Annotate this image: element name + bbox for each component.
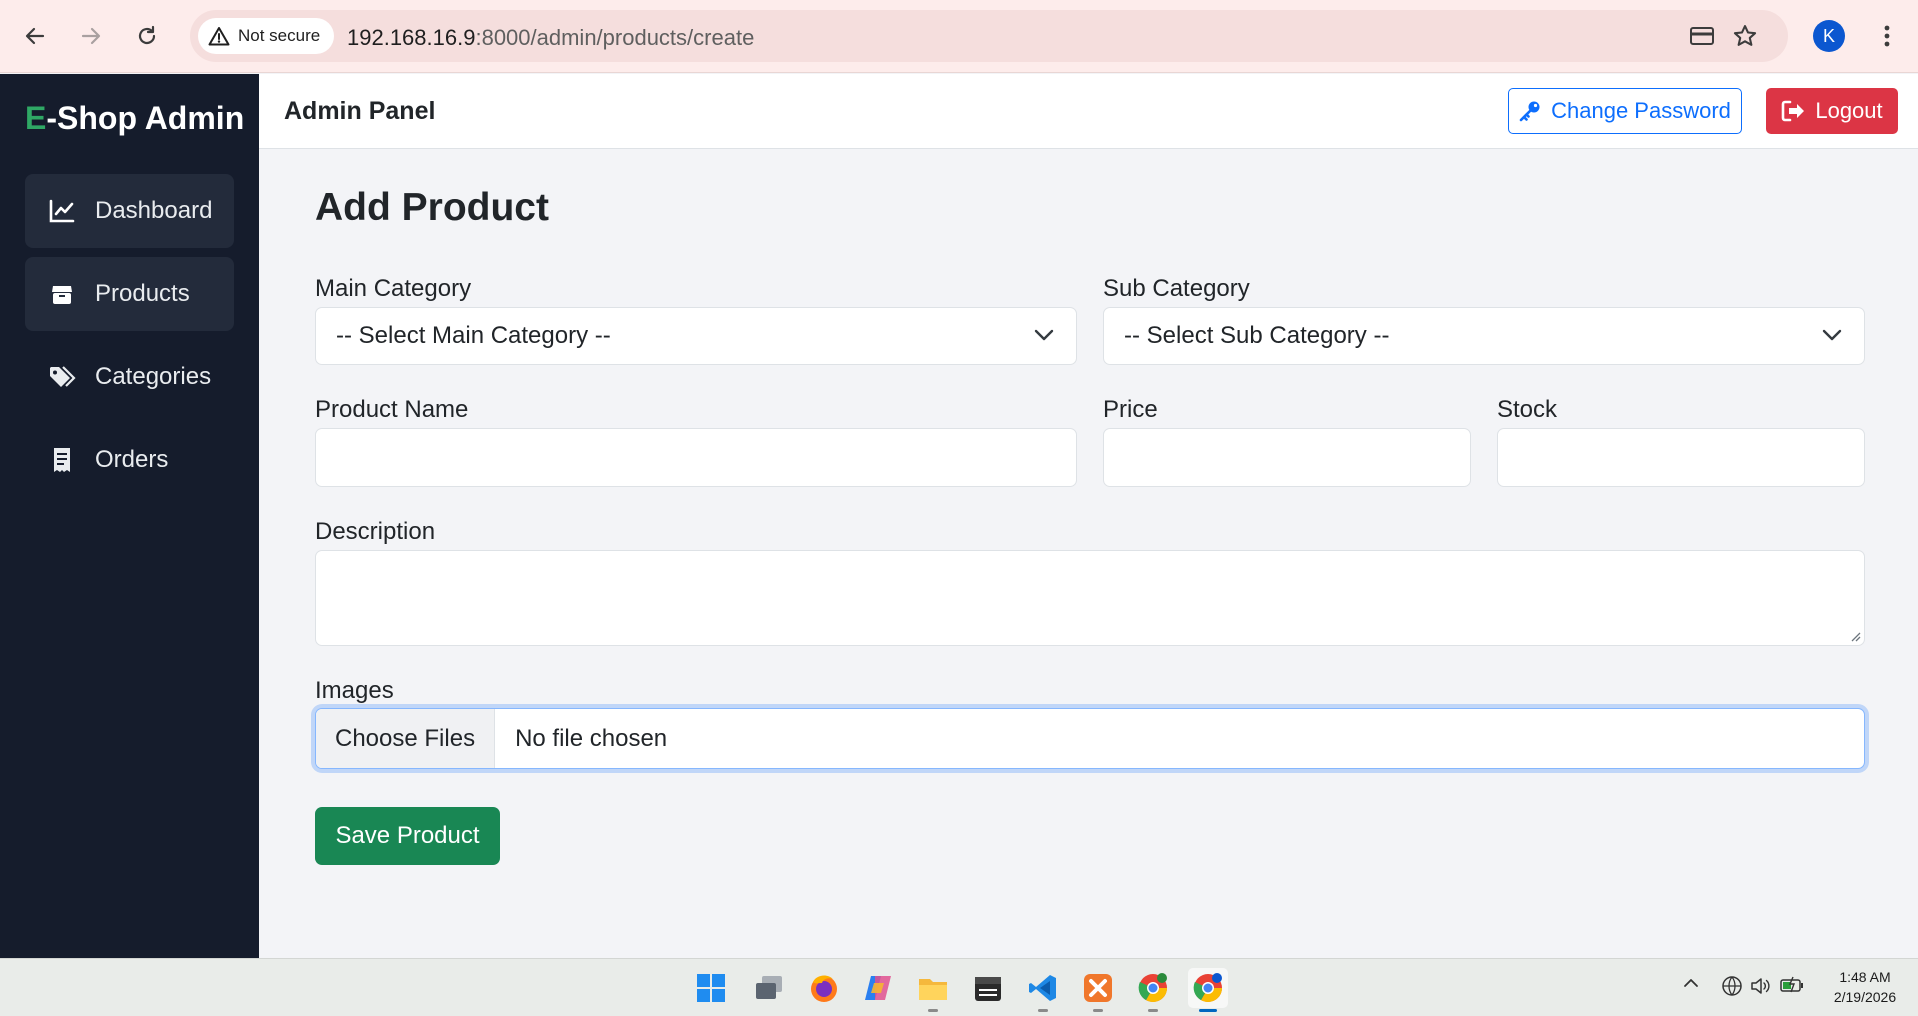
brand-logo[interactable]: E-Shop Admin: [25, 100, 244, 137]
site-info-chip[interactable]: Not secure: [198, 18, 335, 54]
chevron-down-icon: [1034, 329, 1054, 341]
security-label: Not secure: [238, 26, 321, 45]
windows-start-icon[interactable]: [691, 968, 731, 1008]
browser-toolbar: Not secure 192.168.16.9:8000/admin/produ…: [0, 0, 1918, 73]
vscode-icon[interactable]: [1023, 968, 1063, 1012]
bookmark-button[interactable]: [1731, 22, 1759, 50]
receipt-icon: [47, 447, 77, 473]
logout-button[interactable]: Logout: [1766, 88, 1898, 134]
running-indicator: [1093, 1009, 1103, 1012]
stock-input[interactable]: [1497, 428, 1865, 487]
running-indicator: [928, 1009, 938, 1012]
clock-time: 1:48 AM: [1839, 969, 1891, 985]
key-icon: [1519, 101, 1540, 122]
tray-overflow-button[interactable]: [1683, 977, 1699, 989]
forward-button[interactable]: [73, 18, 109, 54]
network-icon[interactable]: [1721, 975, 1743, 997]
reload-icon: [138, 25, 156, 45]
payment-methods-button[interactable]: [1688, 22, 1716, 50]
profile-avatar[interactable]: K: [1813, 20, 1845, 52]
url-text[interactable]: 192.168.16.9:8000/admin/products/create: [347, 25, 754, 51]
images-label: Images: [315, 677, 394, 704]
product-name-input[interactable]: [315, 428, 1077, 487]
brand-accent: E: [25, 100, 47, 136]
back-arrow-icon: [25, 27, 45, 45]
main-category-select[interactable]: -- Select Main Category --: [315, 307, 1077, 365]
page-title: Add Product: [315, 186, 549, 229]
reload-button[interactable]: [129, 18, 165, 54]
sub-category-value: -- Select Sub Category --: [1124, 322, 1390, 349]
sidebar-item-label: Dashboard: [95, 197, 213, 224]
firefox-icon[interactable]: [804, 968, 844, 1008]
product-name-label: Product Name: [315, 396, 469, 423]
price-label: Price: [1103, 396, 1158, 423]
chrome-profile-icon[interactable]: [1188, 968, 1228, 1012]
clock-date: 2/19/2026: [1833, 989, 1897, 1005]
sidebar-item-dashboard[interactable]: Dashboard: [25, 174, 234, 248]
warning-triangle-icon: [208, 27, 230, 46]
logout-label: Logout: [1815, 98, 1883, 123]
main-category-value: -- Select Main Category --: [336, 322, 611, 349]
box-icon: [47, 282, 77, 306]
sidebar-item-categories[interactable]: Categories: [25, 340, 234, 414]
sidebar: E-Shop Admin Dashboard Products Categori…: [0, 74, 259, 958]
running-indicator: [1038, 1009, 1048, 1012]
sub-category-select[interactable]: -- Select Sub Category --: [1103, 307, 1865, 365]
battery-icon[interactable]: [1779, 975, 1805, 995]
address-bar[interactable]: Not secure 192.168.16.9:8000/admin/produ…: [190, 10, 1788, 62]
forward-arrow-icon: [81, 27, 101, 45]
images-file-input[interactable]: Choose Files No file chosen: [315, 708, 1865, 769]
task-view-icon[interactable]: [749, 968, 789, 1008]
sidebar-item-label: Categories: [95, 363, 212, 390]
back-button[interactable]: [17, 18, 53, 54]
tags-icon: [47, 365, 77, 389]
choose-files-button[interactable]: Choose Files: [316, 709, 496, 768]
file-status-text: No file chosen: [515, 724, 668, 752]
xampp-icon[interactable]: [1078, 968, 1118, 1012]
resize-handle-icon[interactable]: [1849, 630, 1861, 642]
taskbar-clock[interactable]: 1:48 AM 2/19/2026: [1820, 967, 1910, 1007]
sidebar-item-label: Products: [95, 280, 190, 307]
sidebar-item-orders[interactable]: Orders: [25, 423, 234, 497]
chevron-down-icon: [1822, 329, 1842, 341]
brand-name: -Shop Admin: [46, 100, 245, 136]
running-indicator: [1148, 1009, 1158, 1012]
url-host: 192.168.16.9: [347, 25, 476, 50]
windows-taskbar: 1:48 AM 2/19/2026: [0, 958, 1918, 1016]
chart-line-icon: [47, 199, 77, 223]
description-textarea[interactable]: [315, 550, 1865, 646]
url-path: :8000/admin/products/create: [475, 25, 755, 50]
sign-out-icon: [1782, 100, 1805, 122]
active-indicator: [1199, 1009, 1217, 1012]
chevron-up-icon: [1684, 979, 1698, 987]
browser-menu-button[interactable]: [1873, 18, 1901, 54]
change-password-button[interactable]: Change Password: [1508, 88, 1742, 134]
sidebar-item-products[interactable]: Products: [25, 257, 234, 331]
calendar-app-icon[interactable]: [968, 968, 1008, 1008]
sidebar-item-label: Orders: [95, 446, 169, 473]
card-icon: [1690, 27, 1714, 45]
star-icon: [1733, 25, 1757, 46]
topbar-title: Admin Panel: [284, 97, 436, 125]
copilot-icon[interactable]: [858, 968, 898, 1008]
save-product-button[interactable]: Save Product: [315, 807, 500, 865]
chrome-icon[interactable]: [1133, 968, 1173, 1012]
stock-label: Stock: [1497, 396, 1558, 423]
main-category-label: Main Category: [315, 275, 472, 302]
more-vertical-icon: [1884, 25, 1890, 47]
sub-category-label: Sub Category: [1103, 275, 1250, 302]
change-password-label: Change Password: [1551, 98, 1731, 123]
file-explorer-icon[interactable]: [913, 968, 953, 1012]
description-label: Description: [315, 518, 436, 545]
admin-topbar: Admin Panel Change Password Logout: [259, 74, 1918, 149]
price-input[interactable]: [1103, 428, 1471, 487]
volume-icon[interactable]: [1749, 975, 1771, 997]
